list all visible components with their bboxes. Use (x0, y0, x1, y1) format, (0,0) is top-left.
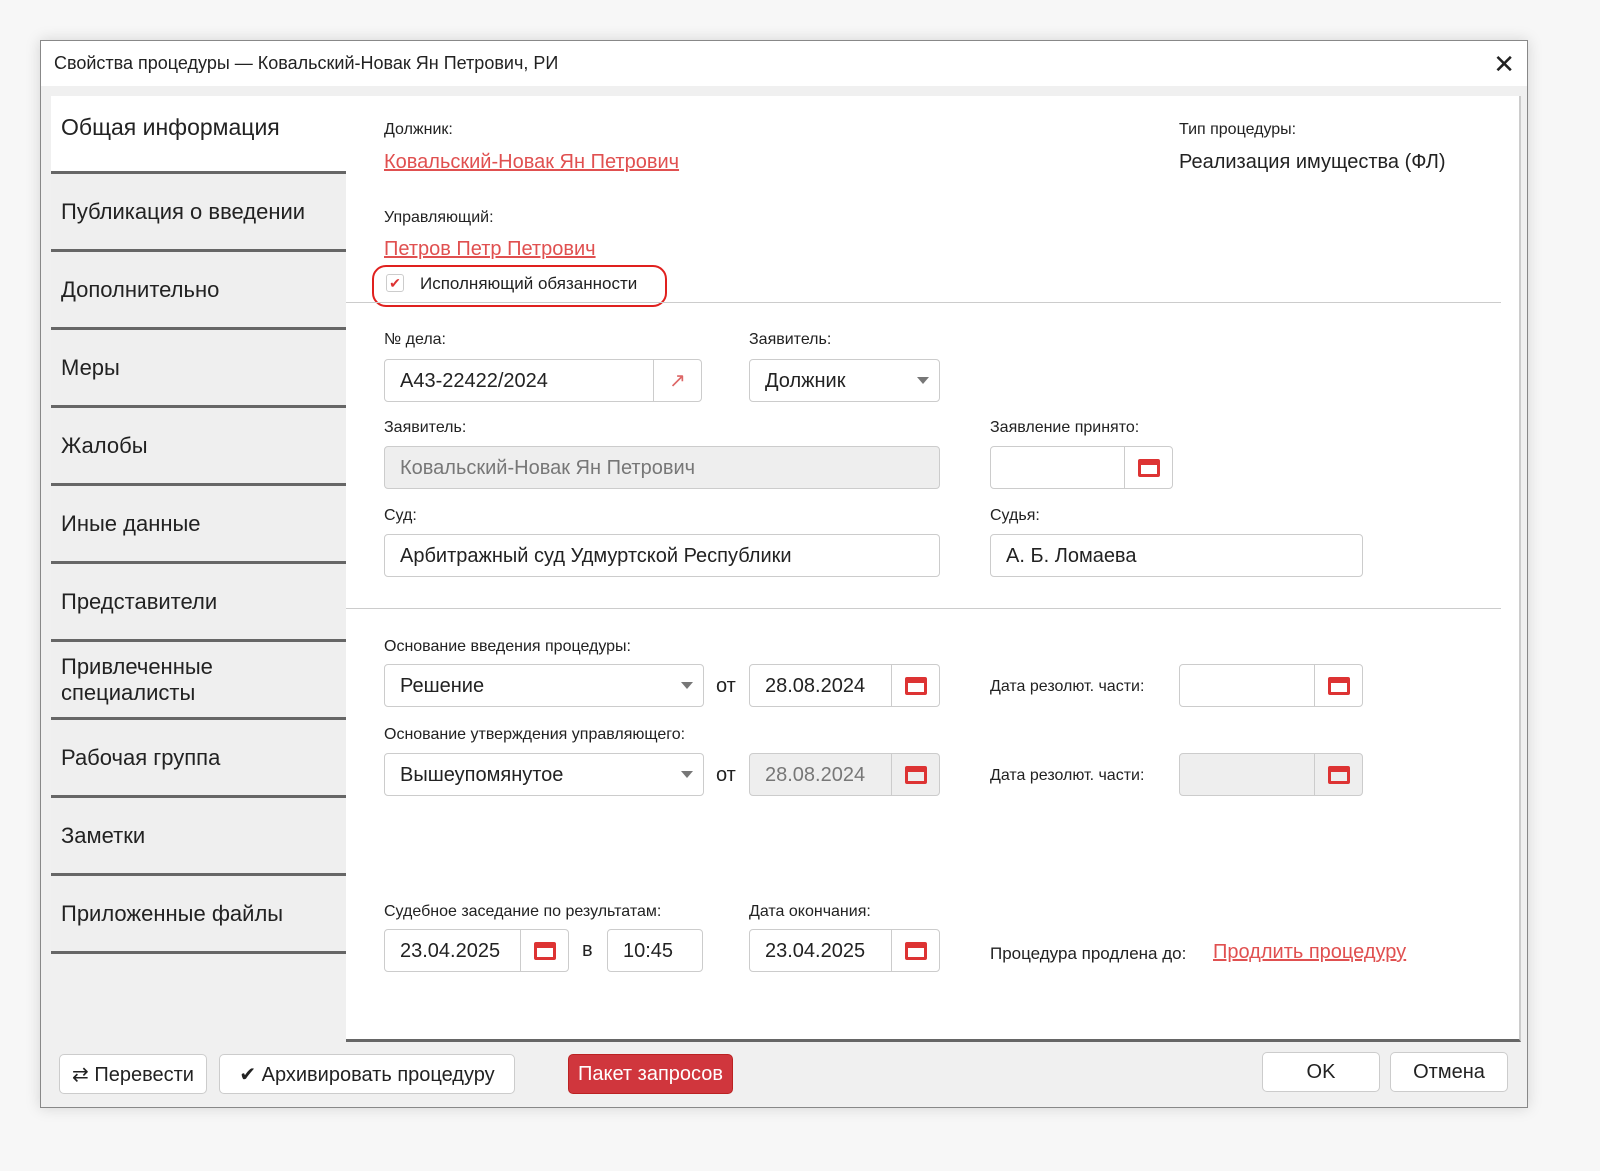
res-date-input-1[interactable] (1179, 664, 1363, 707)
approval-label: Основание утверждения управляющего: (384, 726, 686, 743)
end-date-input[interactable]: 23.04.2025 (749, 929, 940, 972)
sidebar: Общая информация Публикация о введении Д… (51, 96, 346, 954)
from-label: от (716, 675, 736, 697)
ok-button[interactable]: OK (1262, 1052, 1380, 1092)
calendar-icon[interactable] (891, 754, 939, 795)
hearing-date-input[interactable]: 23.04.2025 (384, 929, 569, 972)
sidebar-item-general[interactable]: Общая информация (51, 96, 346, 174)
approval-value: Вышеупомянутое (400, 764, 564, 786)
case-number-input[interactable]: А43-22422/2024 ↗ (384, 359, 702, 402)
hearing-label: Судебное заседание по результатам: (384, 903, 662, 920)
approval-select[interactable]: Вышеупомянутое (384, 753, 704, 796)
debtor-link[interactable]: Ковальский-Новак Ян Петрович (384, 151, 679, 174)
basis-date-value: 28.08.2024 (765, 675, 866, 697)
procedure-type: Реализация имущества (ФЛ) (1179, 151, 1446, 173)
acting-checkbox[interactable]: ✔ (386, 274, 404, 292)
approval-date-input: 28.08.2024 (749, 753, 940, 796)
sidebar-item-publication[interactable]: Публикация о введении (51, 174, 346, 252)
applicant-type-value: Должник (765, 370, 846, 392)
sidebar-item-notes[interactable]: Заметки (51, 798, 346, 876)
calendar-icon[interactable] (1124, 447, 1172, 488)
external-link-icon[interactable]: ↗ (653, 360, 701, 401)
sidebar-item-additional[interactable]: Дополнительно (51, 252, 346, 330)
window-title: Свойства процедуры — Ковальский-Новак Ян… (41, 41, 1527, 86)
judge-input[interactable]: А. Б. Ломаева (990, 534, 1363, 577)
res-date-label: Дата резолют. части: (990, 678, 1145, 695)
res-date-input-2 (1179, 753, 1363, 796)
basis-label: Основание введения процедуры: (384, 638, 631, 655)
accepted-label: Заявление принято: (990, 419, 1140, 436)
requests-package-button[interactable]: Пакет запросов (568, 1054, 733, 1094)
type-label: Тип процедуры: (1179, 121, 1297, 138)
applicant-label: Заявитель: (384, 419, 467, 436)
extend-procedure-link[interactable]: Продлить процедуру (1213, 941, 1406, 964)
archive-button[interactable]: ✔ Архивировать процедуру (219, 1054, 515, 1094)
accepted-date-input[interactable] (990, 446, 1173, 489)
general-info-panel: Должник: Ковальский-Новак Ян Петрович Ти… (346, 96, 1521, 1042)
sidebar-item-complaints[interactable]: Жалобы (51, 408, 346, 486)
sidebar-item-measures[interactable]: Меры (51, 330, 346, 408)
approval-date-value: 28.08.2024 (765, 764, 866, 786)
applicant-type-label: Заявитель: (749, 331, 832, 348)
at-label: в (582, 939, 593, 961)
sidebar-item-workgroup[interactable]: Рабочая группа (51, 720, 346, 798)
manager-link[interactable]: Петров Петр Петрович (384, 238, 596, 261)
applicant-type-select[interactable]: Должник (749, 359, 940, 402)
case-number-value: А43-22422/2024 (400, 370, 548, 392)
cancel-button[interactable]: Отмена (1390, 1052, 1508, 1092)
basis-date-input[interactable]: 28.08.2024 (749, 664, 940, 707)
case-label: № дела: (384, 331, 446, 348)
court-label: Суд: (384, 507, 417, 524)
sidebar-item-representatives[interactable]: Представители (51, 564, 346, 642)
calendar-icon[interactable] (520, 930, 568, 971)
applicant-input: Ковальский-Новак Ян Петрович (384, 446, 940, 489)
calendar-icon[interactable] (891, 665, 939, 706)
judge-label: Судья: (990, 507, 1040, 524)
end-date-label: Дата окончания: (749, 903, 871, 920)
debtor-label: Должник: (384, 121, 453, 138)
close-icon[interactable]: ✕ (1493, 49, 1515, 80)
manager-label: Управляющий: (384, 209, 494, 226)
calendar-icon[interactable] (1314, 754, 1362, 795)
court-input[interactable]: Арбитражный суд Удмуртской Республики (384, 534, 940, 577)
basis-select[interactable]: Решение (384, 664, 704, 707)
extended-label: Процедура продлена до: (990, 944, 1187, 963)
acting-label: Исполняющий обязанности (420, 274, 638, 293)
hearing-time-input[interactable]: 10:45 (607, 929, 703, 972)
sidebar-item-files[interactable]: Приложенные файлы (51, 876, 346, 954)
chevron-down-icon (681, 682, 693, 695)
sidebar-item-other[interactable]: Иные данные (51, 486, 346, 564)
calendar-icon[interactable] (1314, 665, 1362, 706)
from-label: от (716, 764, 736, 786)
chevron-down-icon (681, 771, 693, 784)
sidebar-item-specialists[interactable]: Привлеченные специалисты (51, 642, 346, 720)
res-date-label: Дата резолют. части: (990, 767, 1145, 784)
hearing-date-value: 23.04.2025 (400, 940, 501, 962)
translate-button[interactable]: ⇄ Перевести (59, 1054, 207, 1094)
dialog-window: Свойства процедуры — Ковальский-Новак Ян… (40, 40, 1528, 1108)
basis-value: Решение (400, 675, 485, 697)
calendar-icon[interactable] (891, 930, 939, 971)
divider (346, 608, 1501, 609)
chevron-down-icon (917, 377, 929, 390)
divider (346, 302, 1501, 303)
end-date-value: 23.04.2025 (765, 940, 866, 962)
